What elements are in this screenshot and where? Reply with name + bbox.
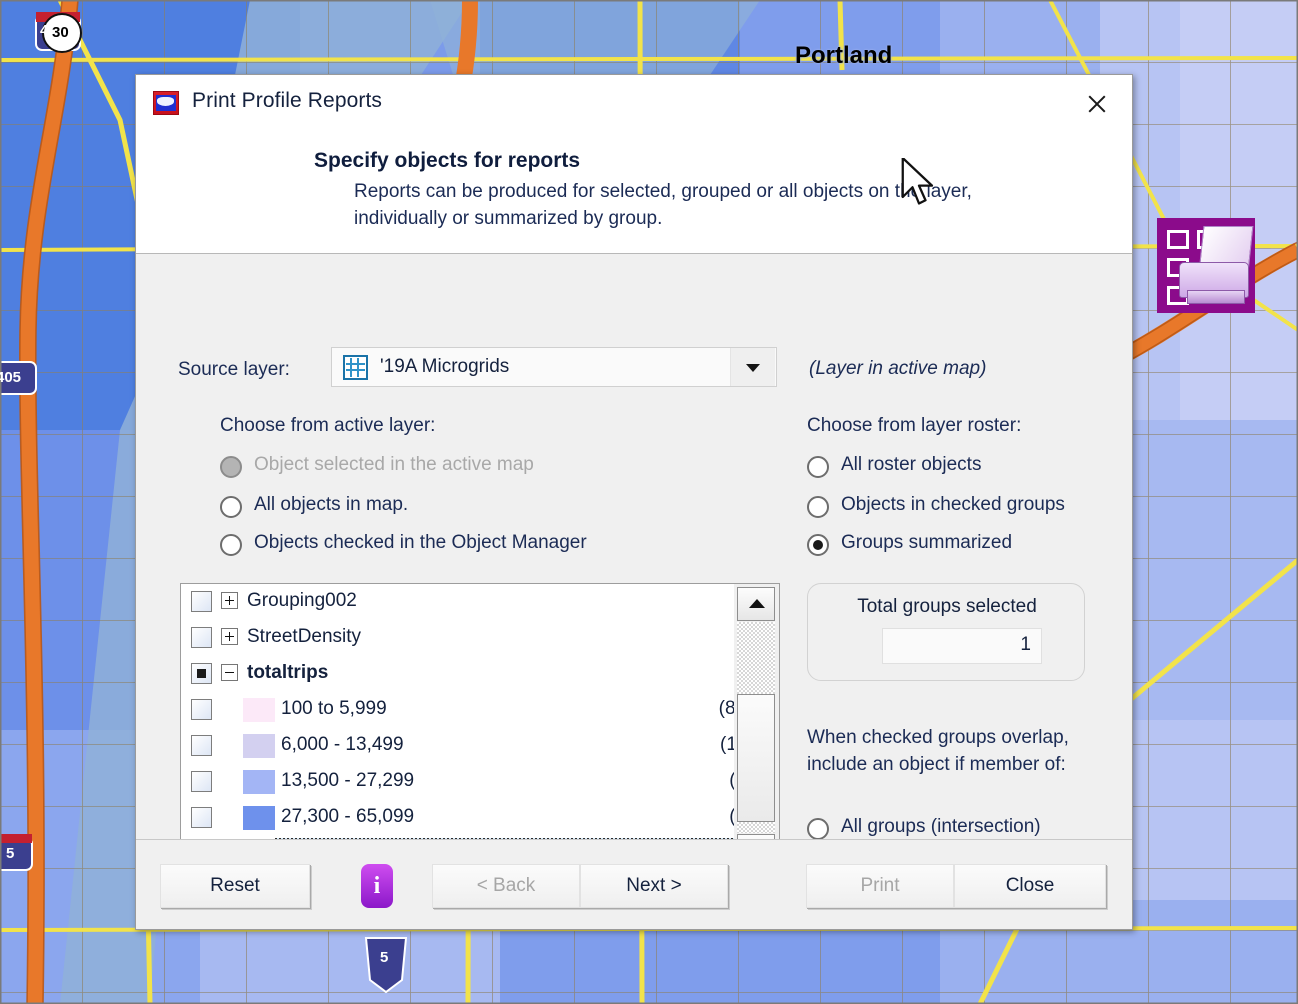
source-layer-value: '19A Microgrids [380, 356, 509, 378]
dialog-header: Print Profile Reports Specify objects fo… [136, 75, 1132, 254]
source-layer-label: Source layer: [178, 359, 290, 381]
info-icon[interactable]: i [361, 864, 393, 908]
dialog-titlebar[interactable]: Print Profile Reports [136, 75, 1132, 131]
dialog-heading: Specify objects for reports [314, 149, 580, 173]
left-group-title: Choose from active layer: [220, 415, 435, 437]
total-groups-field: 1 [882, 628, 1042, 664]
radio-indicator [807, 818, 829, 840]
tree-row-label: 100 to 5,999 [281, 698, 387, 720]
active-map-note: (Layer in active map) [809, 358, 986, 380]
expand-icon[interactable] [221, 628, 238, 645]
class-color-swatch [243, 734, 275, 758]
radio-label: Objects in checked groups [841, 494, 1065, 516]
map-shield-label-405-left: 405 [0, 369, 21, 386]
back-button: < Back [432, 864, 580, 908]
close-button[interactable]: Close [954, 864, 1106, 908]
tree-row-label: 27,300 - 65,099 [281, 806, 414, 828]
tree-checkbox[interactable] [191, 591, 212, 612]
tree-checkbox[interactable] [191, 807, 212, 828]
dialog-button-bar: Reset i < Back Next > Print Close [136, 840, 1132, 928]
tree-checkbox[interactable] [191, 699, 212, 720]
source-layer-combo[interactable]: '19A Microgrids [331, 347, 777, 387]
expand-icon[interactable] [221, 592, 238, 609]
chevron-down-icon[interactable] [730, 348, 775, 386]
class-color-swatch [243, 806, 275, 830]
radio-label: All groups (intersection) [841, 816, 1041, 838]
tree-checkbox[interactable] [191, 663, 212, 684]
radio-label: All objects in map. [254, 494, 408, 516]
total-groups-label: Total groups selected [808, 596, 1086, 618]
print-button: Print [806, 864, 954, 908]
tree-row-label: 13,500 - 27,299 [281, 770, 414, 792]
radio-label: Groups summarized [841, 532, 1012, 554]
tree-scrollbar[interactable] [734, 583, 780, 873]
radio-indicator [220, 496, 242, 518]
radio-indicator [220, 534, 242, 556]
radio-label: All roster objects [841, 454, 981, 476]
class-color-swatch [243, 770, 275, 794]
radio-indicator [220, 456, 242, 478]
class-color-swatch [243, 698, 275, 722]
radio-indicator [807, 534, 829, 556]
tree-row[interactable]: 100 to 5,999 (827) [181, 692, 779, 728]
map-shield-label-30: 30 [52, 24, 69, 41]
radio-indicator [807, 456, 829, 478]
map-shield-label-5-left: 5 [6, 845, 14, 862]
close-icon[interactable] [1079, 87, 1115, 121]
grid-layer-icon [343, 355, 368, 380]
printer-icon [1157, 218, 1255, 313]
tree-row-label: Grouping002 [247, 590, 357, 612]
right-group-title: Choose from layer roster: [807, 415, 1021, 437]
tree-row[interactable]: Grouping002 [181, 584, 779, 620]
print-profile-reports-dialog: Print Profile Reports Specify objects fo… [135, 74, 1133, 930]
tree-row-label: StreetDensity [247, 626, 361, 648]
tree-row-label: totaltrips [247, 662, 328, 684]
map-shield-label-5-bottom: 5 [380, 949, 388, 966]
tree-row[interactable]: 13,500 - 27,299 (74) [181, 764, 779, 800]
tree-row[interactable]: StreetDensity [181, 620, 779, 656]
object-group-tree[interactable]: Grouping002 StreetDensity totaltrips 100… [180, 583, 780, 873]
dialog-subtext: Reports can be produced for selected, gr… [354, 179, 1054, 233]
tree-row-label: 6,000 - 13,499 [281, 734, 404, 756]
dialog-body: Source layer: '19A Microgrids (Layer in … [136, 253, 1132, 853]
total-groups-value: 1 [1020, 634, 1031, 656]
dialog-title: Print Profile Reports [192, 89, 382, 113]
tree-checkbox[interactable] [191, 771, 212, 792]
triangle-up-icon[interactable] [737, 587, 775, 621]
collapse-icon[interactable] [221, 664, 238, 681]
overlap-instruction: When checked groups overlap, include an … [807, 725, 1087, 779]
radio-label: Object selected in the active map [254, 454, 534, 476]
tree-checkbox[interactable] [191, 627, 212, 648]
total-groups-box: Total groups selected 1 [807, 583, 1085, 681]
next-button[interactable]: Next > [580, 864, 728, 908]
tree-row[interactable]: 6,000 - 13,499 (112) [181, 728, 779, 764]
reset-button[interactable]: Reset [160, 864, 310, 908]
app-window-icon [153, 91, 179, 115]
tree-checkbox[interactable] [191, 735, 212, 756]
radio-label: Objects checked in the Object Manager [254, 532, 587, 554]
map-label-portland: Portland [795, 42, 892, 70]
route-shield-5-left [0, 834, 32, 870]
tree-row[interactable]: 27,300 - 65,099 (64) [181, 800, 779, 836]
tree-row[interactable]: totaltrips [181, 656, 779, 692]
radio-indicator [807, 496, 829, 518]
scrollbar-thumb[interactable] [737, 694, 775, 822]
